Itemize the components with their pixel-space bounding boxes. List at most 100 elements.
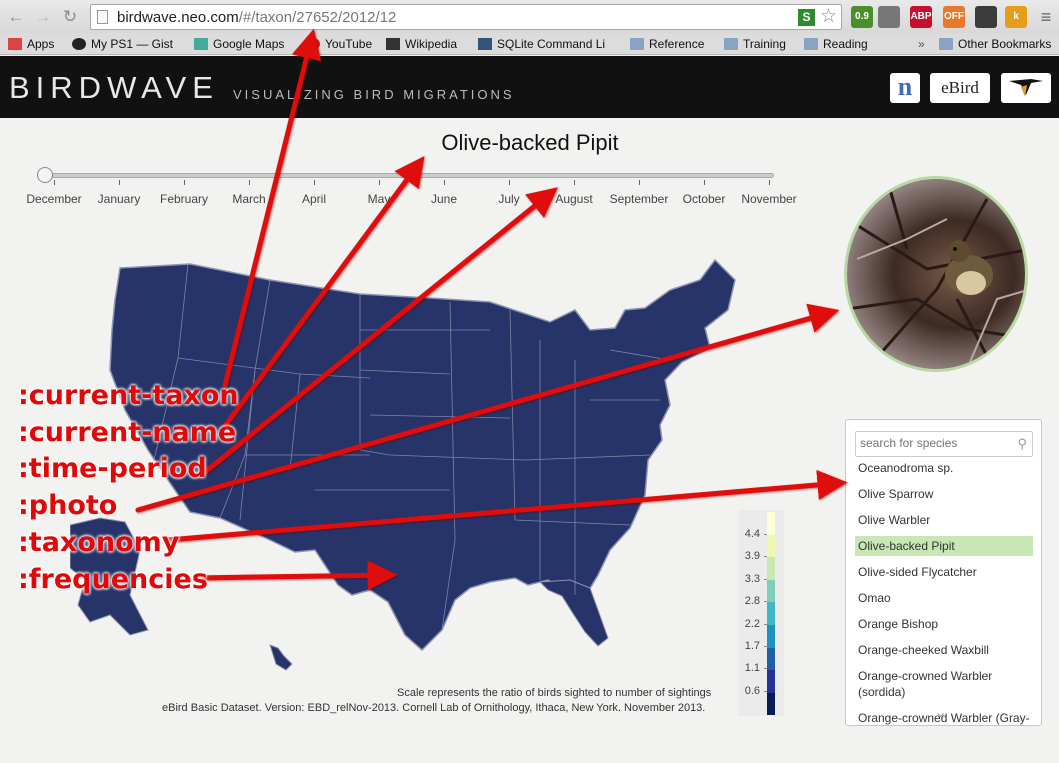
s-extension-icon[interactable]: S [798, 9, 815, 26]
month-tick [509, 180, 510, 185]
folder-icon [939, 38, 953, 50]
species-search-input[interactable] [860, 436, 1010, 450]
bookmark-label: Apps [27, 37, 55, 51]
n-logo[interactable]: n [890, 73, 920, 103]
legend-label: 3.3 [744, 572, 760, 585]
species-item[interactable]: Olive Warbler [855, 510, 1033, 530]
month-label[interactable]: April [302, 192, 326, 206]
wikipedia-icon [386, 38, 400, 50]
bookmark-label: Google Maps [213, 37, 285, 51]
legend-tick [764, 623, 767, 625]
legend-swatch [767, 534, 775, 558]
bookmark-item[interactable]: Reading [804, 36, 868, 52]
legend-swatch [767, 692, 775, 716]
ebird-logo[interactable]: eBird [930, 73, 990, 103]
month-tick [54, 180, 55, 185]
url-text: birdwave.neo.com/#/taxon/27652/2012/12 [117, 9, 396, 26]
legend-swatch [767, 579, 775, 603]
apps-grid-icon [8, 38, 22, 50]
species-item[interactable]: Orange Bishop [855, 614, 1033, 634]
menu-icon[interactable]: ≡ [1036, 7, 1056, 27]
sqlite-icon [478, 38, 492, 50]
k-extension-icon[interactable]: k [1005, 6, 1027, 28]
github-icon [72, 38, 86, 50]
annotation-label: :current-name [18, 417, 237, 448]
off-extension-icon[interactable]: OFF [943, 6, 965, 28]
hat-extension-icon[interactable] [975, 6, 997, 28]
page-icon [97, 10, 108, 24]
month-label[interactable]: November [741, 192, 796, 206]
app-subtitle: VISUALIZING BIRD MIGRATIONS [233, 87, 515, 102]
month-label[interactable]: October [683, 192, 726, 206]
bookmark-label: Other Bookmarks [958, 37, 1052, 51]
bookmark-item[interactable]: Wikipedia [386, 36, 457, 52]
stats-extension-icon[interactable]: 0.9 [851, 6, 873, 28]
legend-label: 3.9 [744, 550, 760, 563]
timeline-handle[interactable] [37, 167, 53, 183]
species-panel: ⚲ Oceanodroma sp. Olive Sparrow Olive Warb… [845, 419, 1042, 726]
legend-swatch [767, 602, 775, 625]
florida-region [538, 579, 609, 647]
species-item[interactable]: Oceanodroma sp. [855, 458, 1033, 478]
annotation-label: :current-taxon [18, 380, 239, 411]
bookmark-item[interactable]: SQLite Command Li [478, 36, 605, 52]
species-search[interactable]: ⚲ [855, 431, 1033, 457]
legend-tick [764, 601, 767, 603]
legend-swatch [767, 557, 775, 580]
bookmark-item[interactable]: Apps [8, 36, 54, 52]
address-bar[interactable]: birdwave.neo.com/#/taxon/27652/2012/12 S… [90, 4, 842, 30]
legend-label: 4.4 [744, 528, 760, 540]
month-label[interactable]: July [498, 192, 519, 206]
annotation-label: :frequencies [18, 564, 208, 595]
species-item[interactable]: Olive-sided Flycatcher [855, 562, 1033, 582]
app-title[interactable]: BIRDWAVE [9, 70, 219, 106]
species-item[interactable]: Olive Sparrow [855, 484, 1033, 504]
month-label[interactable]: March [232, 192, 265, 206]
legend-label: 2.8 [744, 595, 760, 608]
back-arrow-icon[interactable]: ← [6, 7, 26, 27]
bookmark-item[interactable]: Training [724, 36, 786, 52]
folder-icon [804, 38, 818, 50]
species-item[interactable]: Omao [855, 588, 1033, 608]
month-label[interactable]: August [555, 192, 592, 206]
annotation-label: :photo [18, 490, 118, 521]
pocket-icon[interactable] [878, 6, 900, 28]
month-label[interactable]: February [160, 192, 208, 206]
bookmark-item[interactable]: YouTube [306, 36, 372, 52]
month-tick [119, 180, 120, 185]
bookmark-label: YouTube [325, 37, 373, 51]
bookmark-item[interactable]: Google Maps [194, 36, 284, 52]
species-item-selected[interactable]: Olive-backed Pipit [855, 536, 1033, 556]
species-item[interactable]: Orange-crowned Warbler (sordida) [855, 666, 1033, 702]
timeline-track[interactable] [38, 173, 774, 178]
month-tick [314, 180, 315, 185]
month-label[interactable]: September [610, 192, 669, 206]
month-label[interactable]: December [26, 192, 81, 206]
bookmark-star-icon[interactable]: ☆ [820, 6, 837, 28]
bookmarks-overflow[interactable]: » [918, 36, 925, 52]
legend-label: 0.6 [744, 684, 760, 697]
forward-arrow-icon[interactable]: → [33, 7, 53, 27]
chevron-down-icon[interactable]: ⌄ [934, 702, 947, 722]
bookmark-item[interactable]: My PS1 — Gist [72, 36, 173, 52]
legend: 4.4 3.9 3.3 2.8 2.2 1.7 1.1 0.6 [738, 510, 784, 716]
month-tick [444, 180, 445, 185]
month-label[interactable]: May [368, 192, 391, 206]
bookmark-item[interactable]: Reference [630, 36, 704, 52]
reload-icon[interactable]: ↻ [60, 7, 80, 27]
search-icon[interactable]: ⚲ [1017, 436, 1027, 452]
maps-icon [194, 38, 208, 50]
bookmark-item[interactable]: Other Bookmarks [939, 36, 1051, 52]
month-tick [249, 180, 250, 185]
legend-tick [764, 668, 767, 670]
adblock-icon[interactable]: ABP [910, 6, 932, 28]
month-tick [379, 180, 380, 185]
species-item[interactable]: Orange-cheeked Waxbill [855, 640, 1033, 660]
legend-tick [764, 646, 767, 647]
month-label[interactable]: January [98, 192, 141, 206]
month-tick [769, 180, 770, 185]
bookmark-label: Wikipedia [405, 37, 458, 51]
cornell-bird-logo[interactable] [1001, 73, 1051, 103]
month-label[interactable]: June [431, 192, 457, 206]
bookmark-label: My PS1 — Gist [91, 37, 174, 51]
